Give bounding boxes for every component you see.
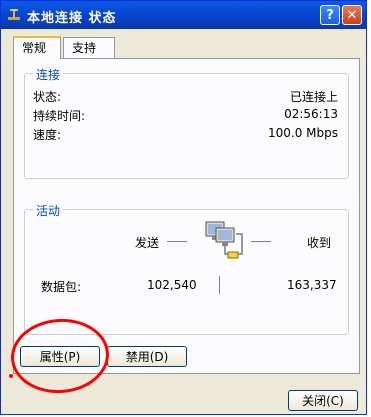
disable-button[interactable]: 禁用(D) xyxy=(107,346,187,367)
close-window-button[interactable]: ✕ xyxy=(342,5,362,25)
status-label: 状态: xyxy=(33,90,62,104)
title-bar[interactable]: 本地连接 状态 ? ✕ xyxy=(1,1,366,29)
packets-label: 数据包: xyxy=(41,280,82,294)
connection-group-title: 连接 xyxy=(33,66,64,83)
packets-received-value: 163,337 xyxy=(287,278,337,292)
close-button[interactable]: 关闭(C) xyxy=(288,390,358,411)
help-button[interactable]: ? xyxy=(320,5,340,25)
speed-value: 100.0 Mbps xyxy=(267,126,338,140)
network-activity-icon xyxy=(205,221,243,259)
sent-line xyxy=(167,241,187,242)
packets-sent-value: 102,540 xyxy=(147,278,197,292)
status-dialog: 本地连接 状态 ? ✕ 常规 支持 连接 状态: 已连接上 持续时间: 02:5… xyxy=(0,0,367,415)
activity-group-title: 活动 xyxy=(33,202,64,219)
sent-label: 发送 xyxy=(135,236,160,250)
speed-label: 速度: xyxy=(33,128,62,142)
activity-group: 活动 发送 收到 数据包: 102,540 163,337 xyxy=(24,202,349,335)
received-label: 收到 xyxy=(307,236,332,250)
red-dot-annotation xyxy=(9,374,13,378)
received-line xyxy=(251,241,271,242)
duration-value: 02:56:13 xyxy=(284,107,338,121)
window-title: 本地连接 状态 xyxy=(27,11,117,26)
connection-group: 连接 状态: 已连接上 持续时间: 02:56:13 速度: 100.0 Mbp… xyxy=(24,66,349,179)
tab-general[interactable]: 常规 xyxy=(13,36,61,59)
duration-label: 持续时间: xyxy=(33,109,86,123)
activity-divider xyxy=(219,276,220,294)
tab-support[interactable]: 支持 xyxy=(63,37,115,58)
status-value: 已连接上 xyxy=(289,90,338,104)
network-connection-icon xyxy=(8,9,20,20)
